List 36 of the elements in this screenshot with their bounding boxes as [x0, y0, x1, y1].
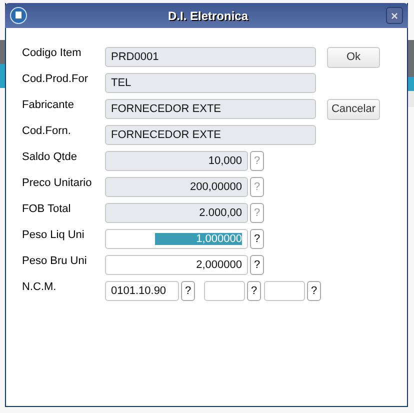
- field-value: 2,000000: [196, 259, 242, 271]
- field-label: Saldo Qtde: [22, 151, 78, 163]
- field-value: 2.000,00: [199, 207, 242, 219]
- close-button[interactable]: ×: [386, 7, 403, 24]
- input-field[interactable]: TEL: [105, 73, 316, 93]
- action-button[interactable]: Ok: [327, 46, 380, 68]
- input-field[interactable]: FORNECEDOR EXTE: [105, 99, 316, 119]
- help-button[interactable]: ?: [307, 281, 321, 301]
- field-value: 200,00000: [190, 181, 242, 193]
- field-label: FOB Total: [22, 203, 72, 215]
- field-label: Cod.Prod.For: [22, 73, 90, 85]
- field-value: 1,000000: [155, 233, 242, 245]
- field-label: Peso Liq Uni: [22, 229, 86, 241]
- input-field[interactable]: PRD0001: [105, 47, 316, 67]
- app-icon: [10, 7, 27, 24]
- field-label: Preco Unitario: [22, 177, 93, 189]
- field-value: 10,000: [208, 155, 242, 167]
- help-button[interactable]: ?: [250, 255, 264, 275]
- help-button[interactable]: ?: [247, 281, 261, 301]
- field-label: Codigo Item: [22, 47, 82, 59]
- input-field[interactable]: FORNECEDOR EXTE: [105, 125, 316, 145]
- window-title: D.I. Eletronica: [166, 8, 250, 22]
- input-field[interactable]: 2.000,00: [105, 203, 248, 223]
- input-field[interactable]: [204, 281, 245, 301]
- input-field[interactable]: 200,00000: [105, 177, 248, 197]
- input-field[interactable]: [264, 281, 305, 301]
- help-button[interactable]: ?: [181, 281, 195, 301]
- field-label: Peso Bru Uni: [22, 255, 88, 267]
- field-label: N.C.M.: [22, 281, 58, 293]
- action-button[interactable]: Cancelar: [327, 98, 380, 120]
- help-button[interactable]: ?: [250, 229, 264, 249]
- field-label: Cod.Forn.: [22, 125, 72, 137]
- input-field[interactable]: 0101.10.90: [105, 281, 179, 301]
- field-label: Fabricante: [22, 99, 75, 111]
- input-field[interactable]: 10,000: [105, 151, 248, 171]
- input-field[interactable]: 2,000000: [105, 255, 248, 275]
